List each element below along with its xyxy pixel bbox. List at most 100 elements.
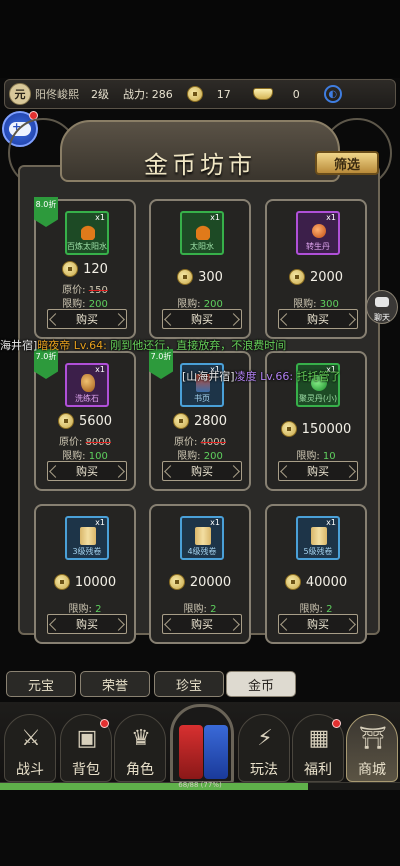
purchase-limit: 限购: 200	[151, 295, 249, 310]
chat-message[interactable]: [山海井宿]凌度 Lv.66: 托托管了	[182, 368, 341, 384]
coin-icon	[57, 413, 74, 429]
buy-button[interactable]: 购买	[278, 461, 358, 481]
item-icon[interactable]: x1 5级残卷	[296, 516, 340, 560]
nav-character[interactable]: ♛ 角色	[114, 714, 166, 782]
coin-icon[interactable]	[186, 86, 203, 102]
chat-button[interactable]: 聊天	[366, 290, 398, 324]
buy-button[interactable]: 购买	[278, 309, 358, 329]
item-card: x1 太阳水 300 限购: 200 购买	[149, 199, 251, 339]
item-price: 120	[36, 261, 134, 277]
coin-icon	[280, 421, 297, 437]
coin-icon	[53, 574, 70, 590]
price-value: 40000	[305, 574, 348, 590]
scroll-icon	[195, 527, 211, 545]
item-icon[interactable]: x1 洗练石	[65, 363, 109, 407]
item-qty: x1	[326, 213, 336, 222]
player-name: 阳佟峻熙	[35, 88, 79, 101]
item-card: x1 洗练石 5600 原价: 8000 限购: 100 购买 7.0折	[34, 349, 136, 491]
purchase-limit: 限购: 2	[151, 600, 249, 615]
purchase-limit: 限购: 200	[36, 295, 134, 310]
backpack-icon: ▣	[76, 726, 98, 751]
ingot-icon[interactable]	[252, 88, 273, 100]
coin-icon	[62, 261, 79, 277]
price-value: 300	[198, 269, 223, 285]
buy-button[interactable]: 购买	[162, 309, 242, 329]
nav-label: 背包	[72, 762, 100, 778]
item-icon[interactable]: x1 转生丹	[296, 211, 340, 255]
notification-dot	[100, 719, 109, 728]
item-name: 聚灵丹(小)	[298, 394, 338, 403]
buy-button[interactable]: 购买	[162, 614, 242, 634]
pill-icon	[312, 224, 326, 238]
purchase-limit: 限购: 10	[267, 447, 365, 462]
item-price: 300	[151, 269, 249, 285]
price-value: 20000	[189, 574, 232, 590]
nav-battle[interactable]: ⚔ 战斗	[4, 714, 56, 782]
item-card: x1 3级残卷 10000 限购: 2 购买	[34, 504, 136, 644]
buy-button[interactable]: 购买	[278, 614, 358, 634]
item-icon[interactable]: x1 4级残卷	[180, 516, 224, 560]
original-price: 原价: 4000	[151, 433, 249, 448]
notification-dot	[332, 719, 341, 728]
buy-button[interactable]: 购买	[162, 461, 242, 481]
nav-shop[interactable]: ⛩ 商城	[346, 714, 398, 782]
purchase-limit: 限购: 2	[36, 600, 134, 615]
tab-treasure[interactable]: 珍宝	[154, 671, 224, 697]
chat-sender: 凌度 Lv.66:	[234, 370, 294, 383]
experience-text: 68/88 (77%)	[178, 781, 222, 789]
player-avatar[interactable]: 元	[9, 83, 31, 105]
discount-badge: 7.0折	[34, 349, 58, 379]
buy-button[interactable]: 购买	[47, 309, 127, 329]
tab-gold[interactable]: 金币	[226, 671, 296, 697]
item-name: 洗练石	[75, 394, 99, 403]
item-icon[interactable]: x1 太阳水	[180, 211, 224, 255]
original-price: 原价: 150	[36, 281, 134, 296]
item-price: 20000	[151, 574, 249, 590]
chat-channel: [山海井宿]	[182, 370, 235, 383]
nav-label: 商城	[358, 762, 386, 778]
item-name: 转生丹	[306, 242, 330, 251]
nav-bag[interactable]: ▣ 背包	[60, 714, 112, 782]
coin-icon	[177, 269, 194, 285]
blade-icon: ⚡	[257, 726, 273, 751]
purchase-limit: 限购: 100	[36, 447, 134, 462]
scroll-icon	[80, 527, 96, 545]
shop-pavilion-icon: ⛩	[359, 726, 387, 751]
tab-yuanbao[interactable]: 元宝	[6, 671, 76, 697]
nav-label: 玩法	[250, 762, 278, 778]
item-qty: x1	[210, 213, 220, 222]
portal-gate-button[interactable]	[170, 704, 234, 784]
globe-icon[interactable]: ◐	[323, 85, 342, 103]
item-icon[interactable]: x1 3级残卷	[65, 516, 109, 560]
item-card: x1 转生丹 2000 限购: 300 购买	[265, 199, 367, 339]
chat-channel: 海井宿]	[0, 339, 38, 352]
nav-welfare[interactable]: ▦ 福利	[292, 714, 344, 782]
scroll-icon	[311, 527, 327, 545]
nav-label: 福利	[304, 762, 332, 778]
top-blank-area	[0, 0, 400, 78]
tab-honor[interactable]: 荣誉	[80, 671, 150, 697]
purchase-limit: 限购: 300	[267, 295, 365, 310]
item-price: 40000	[267, 574, 365, 590]
chat-message[interactable]: 海井宿]暗夜帝 Lv.64: 刚到他还行，直接放弃，不浪费时间	[0, 337, 286, 353]
buy-button[interactable]: 购买	[47, 461, 127, 481]
item-qty: x1	[95, 518, 105, 527]
filter-button[interactable]: 筛选	[315, 151, 379, 175]
experience-bar: 68/88 (77%)	[0, 781, 400, 790]
nav-gameplay[interactable]: ⚡ 玩法	[238, 714, 290, 782]
potion-icon	[81, 222, 95, 240]
item-card: x1 4级残卷 20000 限购: 2 购买	[149, 504, 251, 644]
price-value: 120	[83, 261, 108, 277]
item-price: 10000	[36, 574, 134, 590]
buy-button[interactable]: 购买	[47, 614, 127, 634]
crossed-swords-icon: ⚔	[21, 726, 41, 751]
price-value: 10000	[74, 574, 117, 590]
item-qty: x1	[326, 518, 336, 527]
chat-sender: 暗夜帝 Lv.64:	[37, 339, 107, 352]
item-name: 太阳水	[190, 242, 214, 251]
price-value: 2800	[193, 413, 228, 429]
stone-icon	[81, 374, 95, 392]
power-label: 战力:	[123, 88, 149, 101]
item-icon[interactable]: x1 百炼太阳水	[65, 211, 109, 255]
price-value: 2000	[309, 269, 344, 285]
